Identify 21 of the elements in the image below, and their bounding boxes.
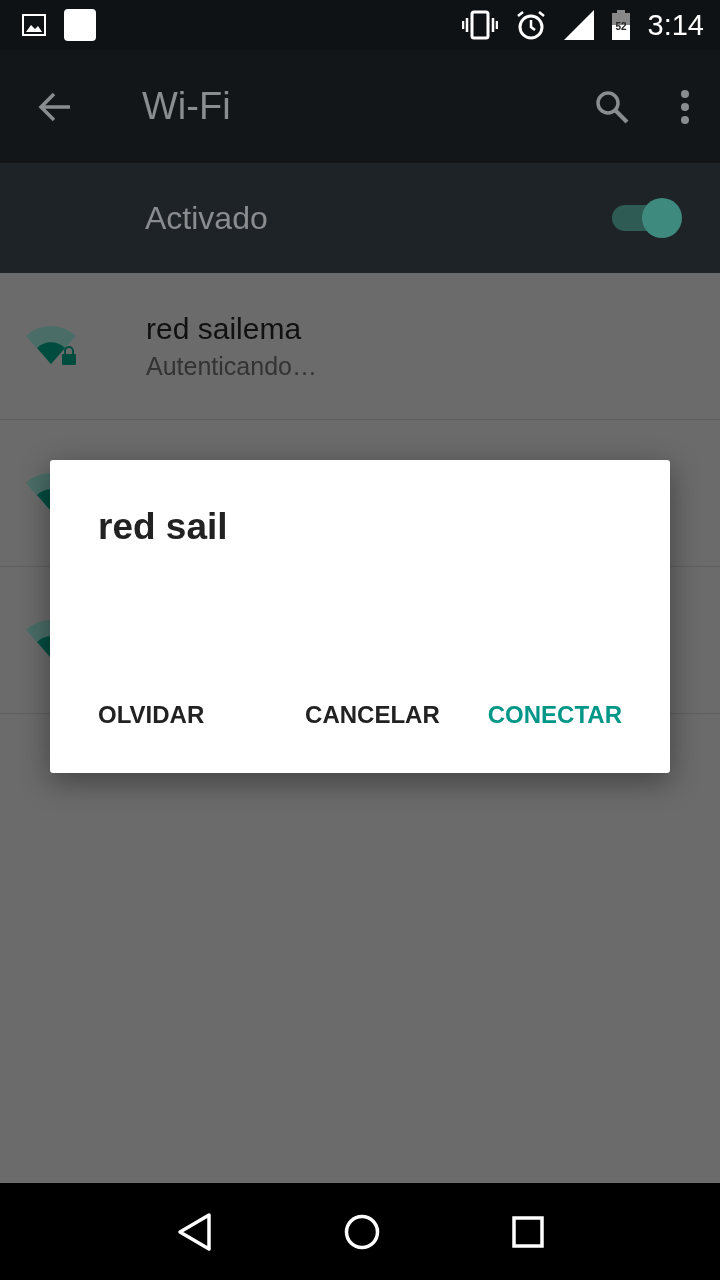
dialog-title: red sail — [98, 506, 229, 548]
alarm-clock-icon — [515, 10, 546, 40]
wifi-status-label: Activado — [145, 199, 269, 237]
dialog-button[interactable]: OLVIDAR — [78, 685, 225, 745]
back-arrow-icon[interactable] — [38, 91, 72, 122]
network-status: Autenticando… — [146, 351, 317, 381]
image-icon — [22, 14, 46, 36]
more-options-icon[interactable] — [680, 89, 690, 124]
dialog-button[interactable]: CONECTAR — [467, 685, 642, 745]
signal-icon — [563, 10, 594, 40]
back-icon[interactable] — [176, 1211, 212, 1252]
search-icon[interactable] — [594, 88, 630, 125]
network-name: red sailema — [146, 311, 303, 346]
recents-icon[interactable] — [512, 1215, 544, 1248]
clock-time: 3:14 — [647, 8, 704, 42]
screen-title: Wi-Fi — [142, 85, 232, 128]
square-icon — [64, 9, 96, 41]
vibrate-icon — [461, 10, 498, 40]
wifi-toggle[interactable] — [610, 198, 682, 238]
dialog-button[interactable]: CANCELAR — [285, 685, 460, 745]
home-icon[interactable] — [344, 1213, 380, 1250]
